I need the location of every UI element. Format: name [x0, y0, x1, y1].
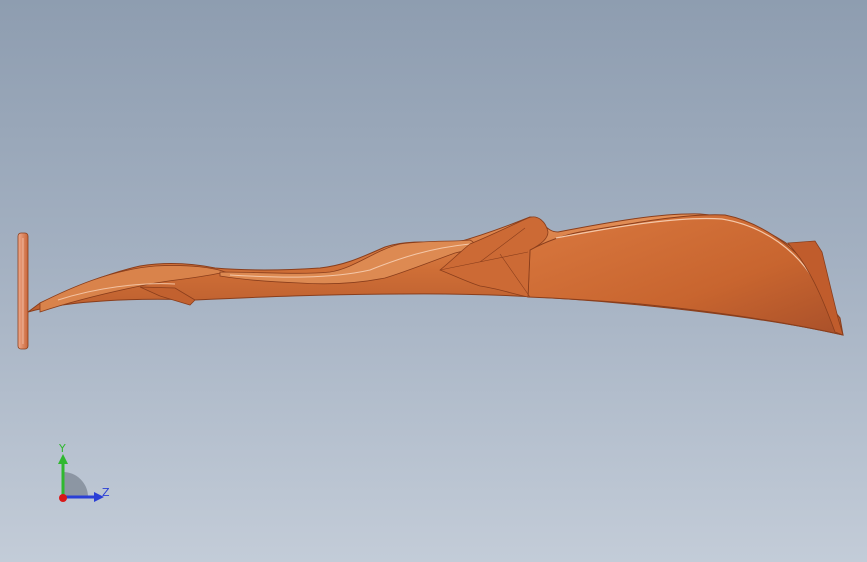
- triad-graphic: [58, 454, 104, 502]
- triad-quarter-disc: [63, 472, 88, 497]
- mount-plate[interactable]: [17, 232, 29, 350]
- graphics-viewport[interactable]: Y Z: [0, 0, 867, 562]
- y-axis-label: Y: [59, 442, 66, 455]
- z-axis-label: Z: [102, 486, 110, 499]
- y-axis-arrow: [58, 454, 68, 464]
- x-axis-origin: [59, 494, 67, 502]
- rear-section[interactable]: [527, 214, 844, 336]
- model-view[interactable]: [0, 0, 867, 562]
- orientation-triad: Y Z: [46, 440, 126, 510]
